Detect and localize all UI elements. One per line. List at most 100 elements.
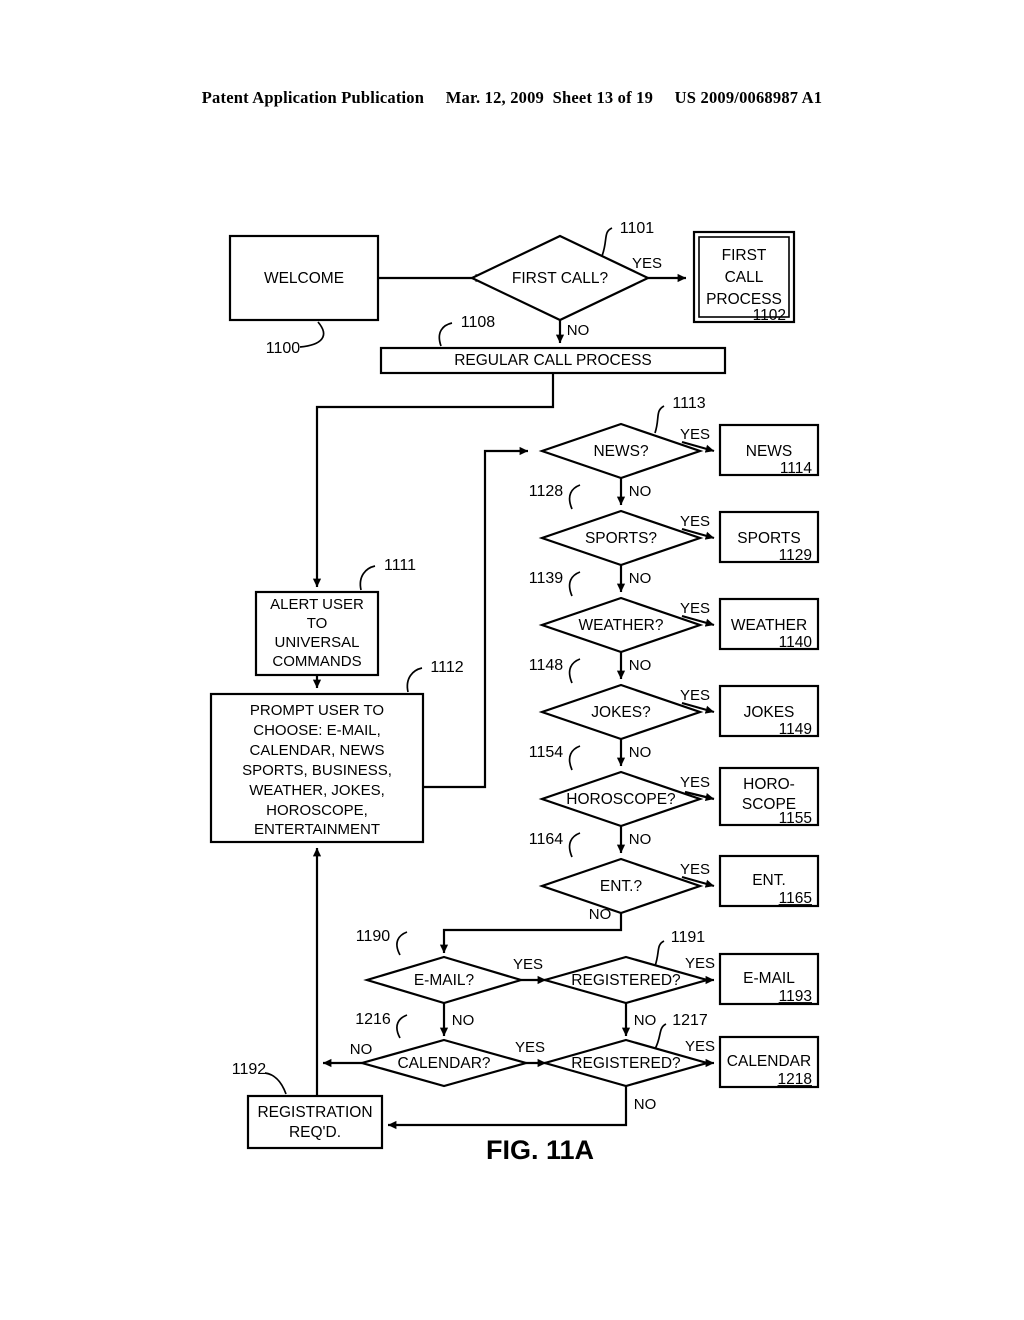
ref-1192: 1192: [232, 1061, 267, 1078]
label-yes-sports: YES: [680, 513, 710, 530]
ref-1108: 1108: [461, 314, 496, 331]
leader-1192: [264, 1072, 287, 1095]
label-yes-registered1: YES: [685, 955, 715, 972]
label-yes-horoscope: YES: [680, 774, 710, 791]
first-call-process-line2: CALL: [725, 269, 764, 286]
sports-q-label: SPORTS?: [585, 530, 657, 547]
ref-1216: 1216: [355, 1011, 391, 1028]
label-yes-calendar: YES: [515, 1039, 545, 1056]
label-no-registered2: NO: [634, 1096, 657, 1113]
jokes-q-label: JOKES?: [591, 704, 651, 721]
num-1218: 1218: [778, 1071, 812, 1088]
registered-q2-label: REGISTERED?: [571, 1055, 681, 1072]
label-yes-weather: YES: [680, 600, 710, 617]
calendar-out-label: CALENDAR: [727, 1053, 811, 1070]
ref-1112: 1112: [430, 659, 463, 676]
regular-call-label: REGULAR CALL PROCESS: [454, 352, 652, 369]
leader-1164: [568, 832, 581, 858]
alert-user-line1: ALERT USER: [270, 596, 364, 613]
label-yes-news: YES: [680, 426, 710, 443]
leader-1139: [568, 571, 581, 597]
weather-out-label: WEATHER: [731, 617, 807, 634]
ref-1164: 1164: [529, 831, 564, 848]
label-no-email: NO: [452, 1012, 475, 1029]
welcome-label: WELCOME: [264, 270, 344, 287]
num-1193: 1193: [779, 988, 812, 1005]
ref-1148: 1148: [529, 657, 564, 674]
edge-regular-to-alert: [312, 373, 555, 588]
label-yes-registered2: YES: [685, 1038, 715, 1055]
edge-prompt-to-news: [423, 446, 529, 789]
ref-1217: 1217: [672, 1012, 708, 1029]
label-yes-firstcall: YES: [632, 255, 662, 272]
edge-registered2-no: [387, 1086, 628, 1130]
ref-1190: 1190: [356, 928, 391, 945]
leader-1216: [396, 1014, 408, 1039]
first-call-process-line1: FIRST: [722, 247, 767, 264]
prompt-user-line2: CHOOSE: E-MAIL,: [253, 722, 381, 739]
figure-caption: FIG. 11A: [486, 1135, 594, 1165]
leader-1191: [654, 940, 665, 967]
ref-1111: 1111: [384, 557, 416, 574]
patent-page: Patent Application Publication Mar. 12, …: [0, 0, 1024, 1320]
ref-1113: 1113: [672, 395, 705, 412]
alert-user-line2: TO: [307, 615, 328, 632]
num-1140: 1140: [779, 634, 813, 651]
ref-1100: 1100: [266, 340, 301, 357]
ref-1154: 1154: [529, 744, 564, 761]
leader-1190: [396, 931, 408, 956]
label-yes-email: YES: [513, 956, 543, 973]
flowchart-figure: WELCOME 1100 FIRST CALL? 1101 YES FIRST …: [209, 220, 820, 1165]
label-no-registered1: NO: [634, 1012, 657, 1029]
ref-1139: 1139: [529, 570, 564, 587]
news-out-label: NEWS: [746, 443, 793, 460]
first-call-q-label: FIRST CALL?: [512, 270, 609, 287]
leader-1111: [359, 565, 376, 591]
prompt-user-line4: SPORTS, BUSINESS,: [242, 762, 392, 779]
weather-q-label: WEATHER?: [579, 617, 664, 634]
alert-user-line3: UNIVERSAL: [274, 634, 359, 651]
sports-out-label: SPORTS: [737, 530, 800, 547]
ent-q-label: ENT.?: [600, 878, 643, 895]
num-1155: 1155: [779, 810, 812, 827]
label-no-horoscope: NO: [629, 831, 652, 848]
num-1102: 1102: [753, 307, 786, 324]
leader-1108: [438, 322, 453, 347]
label-no-jokes: NO: [629, 744, 652, 761]
alert-user-line4: COMMANDS: [272, 653, 361, 670]
email-q-label: E-MAIL?: [414, 972, 475, 989]
num-1149: 1149: [779, 721, 812, 738]
label-no-calendar: NO: [350, 1041, 373, 1058]
num-1114: 1114: [780, 460, 813, 477]
num-1165: 1165: [779, 890, 812, 907]
num-1129: 1129: [779, 547, 812, 564]
email-out-label: E-MAIL: [743, 970, 795, 987]
ref-1128: 1128: [529, 483, 564, 500]
leader-1112: [406, 667, 423, 693]
leader-1100: [299, 321, 325, 348]
label-no-ent: NO: [589, 906, 612, 923]
leader-1148: [568, 658, 581, 684]
label-yes-jokes: YES: [680, 687, 710, 704]
horoscope-out-line1: HORO-: [743, 776, 795, 793]
jokes-out-label: JOKES: [744, 704, 795, 721]
leader-1217: [654, 1023, 667, 1050]
label-no-weather: NO: [629, 657, 652, 674]
ref-1101: 1101: [620, 220, 655, 237]
calendar-q-label: CALENDAR?: [397, 1055, 490, 1072]
prompt-user-line3: CALENDAR, NEWS: [249, 742, 384, 759]
leader-1113: [654, 405, 665, 434]
prompt-user-line7: ENTERTAINMENT: [254, 821, 380, 838]
horoscope-q-label: HOROSCOPE?: [566, 791, 676, 808]
registered-q1-label: REGISTERED?: [571, 972, 681, 989]
label-no-firstcall: NO: [567, 322, 590, 339]
news-q-label: NEWS?: [593, 443, 649, 460]
prompt-user-line1: PROMPT USER TO: [250, 702, 384, 719]
registration-line1: REGISTRATION: [257, 1104, 372, 1121]
first-call-process-line3: PROCESS: [706, 291, 782, 308]
ref-1191: 1191: [671, 929, 706, 946]
prompt-user-line5: WEATHER, JOKES,: [249, 782, 385, 799]
label-yes-ent: YES: [680, 861, 710, 878]
leader-1154: [568, 745, 581, 771]
registration-line2: REQ'D.: [289, 1124, 341, 1141]
